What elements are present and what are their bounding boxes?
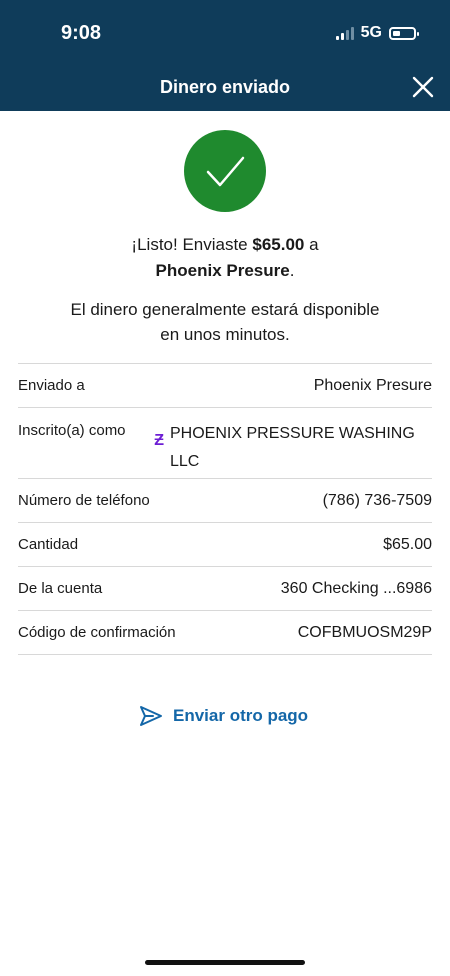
detail-row-enrolled: Inscrito(a) como Ƶ PHOENIX PRESSURE WASH… (18, 408, 432, 479)
status-indicators: 5G (335, 24, 419, 42)
amount-value: $65.00 (383, 535, 432, 553)
amount-label: Cantidad (18, 536, 79, 553)
transfer-details: Enviado a Phoenix Presure Inscrito(a) co… (18, 363, 432, 655)
detail-row-sent-to: Enviado a Phoenix Presure (18, 364, 432, 408)
page-title: Dinero enviado (159, 77, 291, 97)
signal-icon (335, 26, 354, 40)
sent-to-label: Enviado a (18, 377, 85, 394)
detail-row-account: De la cuenta 360 Checking ...6986 (18, 567, 432, 611)
enrolled-label: Inscrito(a) como (18, 422, 126, 439)
success-badge (184, 130, 266, 212)
confirmation-prefix: ¡Listo! Enviaste (131, 235, 253, 254)
account-value: 360 Checking ...6986 (280, 579, 432, 597)
confirmation-code-value: COFBMUOSM29P (297, 623, 432, 641)
close-icon (412, 76, 434, 98)
send-another-payment-button[interactable]: Enviar otro pago (139, 705, 308, 727)
detail-row-amount: Cantidad $65.00 (18, 523, 432, 567)
checkmark-icon (206, 156, 245, 187)
availability-line-2: en unos minutos. (160, 325, 290, 344)
status-time: 9:08 (61, 22, 102, 44)
phone-value: (786) 736-7509 (322, 491, 432, 509)
confirmation-amount: $65.00 (252, 235, 305, 254)
enrolled-value: PHOENIX PRESSURE WASHING LLC (170, 425, 415, 470)
account-label: De la cuenta (18, 580, 103, 597)
confirmation-code-label: Código de confirmación (18, 624, 176, 641)
confirmation-message: ¡Listo! Enviaste $65.00 a Phoenix Presur… (0, 232, 450, 284)
confirmation-suffix: a (304, 235, 319, 254)
send-another-payment-label: Enviar otro pago (173, 706, 309, 725)
detail-row-confirmation-code: Código de confirmación COFBMUOSM29P (18, 611, 432, 655)
home-indicator[interactable] (145, 960, 305, 965)
send-icon (140, 706, 162, 726)
sent-to-value: Phoenix Presure (313, 376, 432, 394)
enrolled-value-group: Ƶ PHOENIX PRESSURE WASHING LLC (154, 408, 432, 476)
close-button[interactable] (410, 74, 436, 100)
confirmation-period: . (289, 261, 295, 280)
detail-row-phone: Número de teléfono (786) 736-7509 (18, 479, 432, 523)
battery-icon (389, 26, 419, 40)
availability-line-1: El dinero generalmente estará disponible (70, 300, 380, 319)
network-label: 5G (360, 24, 382, 41)
zelle-icon: Ƶ (154, 432, 164, 449)
top-bar: 9:08 5G Dinero enviado (0, 0, 450, 111)
phone-label: Número de teléfono (18, 492, 150, 509)
confirmation-recipient: Phoenix Presure (155, 261, 290, 280)
availability-message: El dinero generalmente estará disponible… (0, 297, 450, 347)
